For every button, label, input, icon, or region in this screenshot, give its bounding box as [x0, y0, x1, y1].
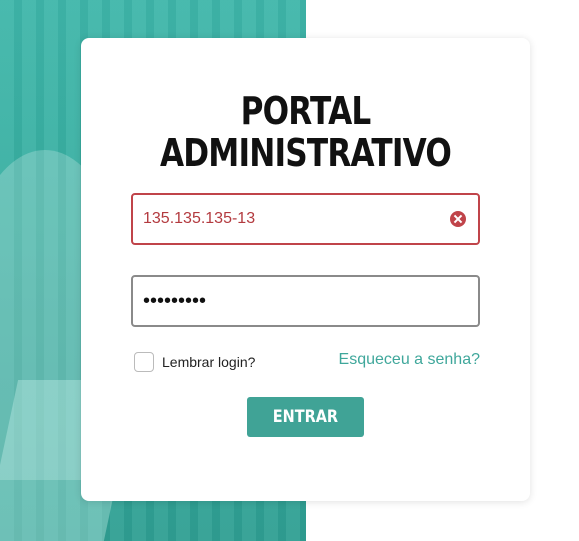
submit-label: ENTRAR: [272, 407, 339, 427]
password-input[interactable]: [143, 277, 443, 325]
password-field: [131, 275, 480, 327]
submit-button[interactable]: ENTRAR: [247, 397, 364, 437]
title-line-1: PORTAL: [240, 89, 372, 133]
title-line-2: ADMINISTRATIVO: [159, 131, 452, 175]
remember-checkbox[interactable]: [134, 352, 154, 372]
clear-icon[interactable]: [450, 211, 466, 227]
username-field: [131, 193, 480, 245]
username-input[interactable]: [143, 195, 443, 243]
remember-login[interactable]: Lembrar login?: [134, 351, 255, 373]
login-card: PORTAL ADMINISTRATIVO Lembrar login? Esq…: [81, 38, 530, 501]
remember-label: Lembrar login?: [162, 354, 256, 370]
forgot-password-link[interactable]: Esqueceu a senha?: [339, 351, 480, 369]
page-title: PORTAL ADMINISTRATIVO: [121, 90, 489, 174]
